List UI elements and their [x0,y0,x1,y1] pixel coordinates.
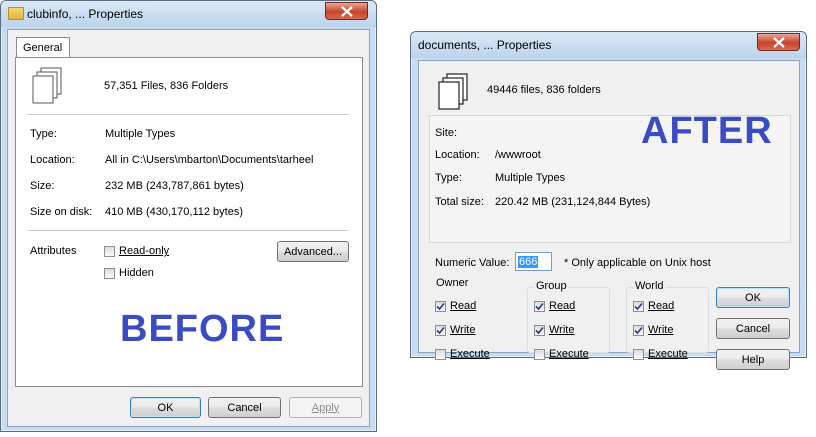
group-group[interactable]: Group [527,280,610,353]
size-on-disk-label: Size on disk: [30,206,93,218]
world-write-label[interactable]: Write [648,324,673,336]
type-label: Type: [435,172,462,184]
files-icon [32,67,62,104]
readonly-checkbox[interactable] [104,246,115,257]
hidden-checkbox[interactable] [104,268,115,279]
advanced-button-label: Advanced... [283,245,343,258]
owner-write-label[interactable]: Write [450,324,475,336]
check-icon [436,302,445,311]
check-icon [436,326,445,335]
group-write-checkbox[interactable] [534,325,545,336]
size-label: Size: [30,180,55,192]
world-group: World [626,280,709,353]
world-group-label: World [633,280,666,292]
after-dialog-body: 49446 files, 836 folders Site: Location:… [418,60,800,370]
check-icon [634,326,643,335]
check-icon [535,326,544,335]
after-properties-window: documents, ... Properties 49446 files, 8… [410,31,807,370]
world-read-checkbox[interactable] [633,301,644,312]
before-ok-label: OK [157,401,174,414]
numeric-value-input[interactable]: 666 [515,252,552,271]
owner-write-checkbox[interactable] [435,325,446,336]
group-group-label: Group [534,280,569,292]
before-ok-button[interactable]: OK [130,397,201,418]
apply-button[interactable]: Apply [289,397,362,418]
owner-read-checkbox[interactable] [435,301,446,312]
after-stamp: AFTER [641,110,773,152]
close-icon [341,6,353,17]
type-value: Multiple Types [105,128,176,140]
location-value: /wwwroot [495,149,541,161]
world-write-checkbox[interactable] [633,325,644,336]
advanced-button[interactable]: Advanced... [277,241,349,262]
after-cancel-label: Cancel [735,322,771,335]
tab-general[interactable]: General [16,37,70,58]
before-window-title: clubinfo, ... Properties [27,7,144,21]
type-label: Type: [30,128,57,140]
before-file-count: 57,351 Files, 836 Folders [104,80,229,92]
after-ok-button[interactable]: OK [716,287,790,308]
group-read-label[interactable]: Read [549,300,575,312]
world-execute-checkbox[interactable] [633,349,644,360]
before-stamp: BEFORE [120,308,285,350]
before-dialog-body: General 57,351 Files, 836 Folders Type: … [7,29,370,427]
before-cancel-label: Cancel [227,401,262,414]
divider [28,230,348,232]
before-cancel-button[interactable]: Cancel [208,397,281,418]
close-icon [773,37,785,48]
total-size-value: 220.42 MB (231,124,844 Bytes) [495,196,651,208]
before-title-bar[interactable]: clubinfo, ... Properties [1,1,376,27]
help-button[interactable]: Help [716,349,790,370]
before-close-button[interactable] [325,2,368,20]
check-icon [634,302,643,311]
size-value: 232 MB (243,787,861 bytes) [105,180,244,192]
hidden-label[interactable]: Hidden [119,267,154,279]
owner-group-label: Owner [434,277,471,289]
numeric-value-text: 666 [518,256,539,268]
location-label: Location: [435,149,480,161]
after-window-title: documents, ... Properties [418,38,552,52]
owner-read-label[interactable]: Read [450,300,476,312]
location-value: All in C:\Users\mbarton\Documents\tarhee… [105,154,314,166]
owner-execute-label[interactable]: Execute [450,348,490,360]
unix-note: * Only applicable on Unix host [564,257,711,269]
location-label: Location: [30,154,75,166]
before-properties-window: clubinfo, ... Properties General 57,351 … [0,0,377,432]
after-file-count: 49446 files, 836 folders [487,84,601,96]
size-on-disk-value: 410 MB (430,170,112 bytes) [105,206,243,218]
divider [28,114,348,116]
group-write-label[interactable]: Write [549,324,574,336]
after-ok-label: OK [745,291,761,304]
attributes-label: Attributes [30,245,77,257]
general-tab-panel: 57,351 Files, 836 Folders Type: Multiple… [15,57,363,387]
after-cancel-button[interactable]: Cancel [716,318,790,339]
type-value: Multiple Types [495,172,566,184]
after-close-button[interactable] [757,33,800,51]
owner-execute-checkbox[interactable] [435,349,446,360]
apply-label: Apply [311,401,340,414]
site-label: Site: [435,127,458,139]
total-size-label: Total size: [435,196,484,208]
help-label: Help [741,353,765,366]
world-read-label[interactable]: Read [648,300,674,312]
group-execute-checkbox[interactable] [534,349,545,360]
check-icon [535,302,544,311]
after-title-bar[interactable]: documents, ... Properties [411,32,806,58]
world-execute-label[interactable]: Execute [648,348,688,360]
info-panel: Site: Location: /wwwroot Type: Multiple … [429,110,791,243]
files-icon [438,73,468,110]
group-execute-label[interactable]: Execute [549,348,589,360]
group-read-checkbox[interactable] [534,301,545,312]
numeric-value-label: Numeric Value: [435,257,510,269]
tab-general-label: General [23,42,63,54]
folder-icon [8,7,24,20]
readonly-label[interactable]: Read-only [119,245,169,257]
